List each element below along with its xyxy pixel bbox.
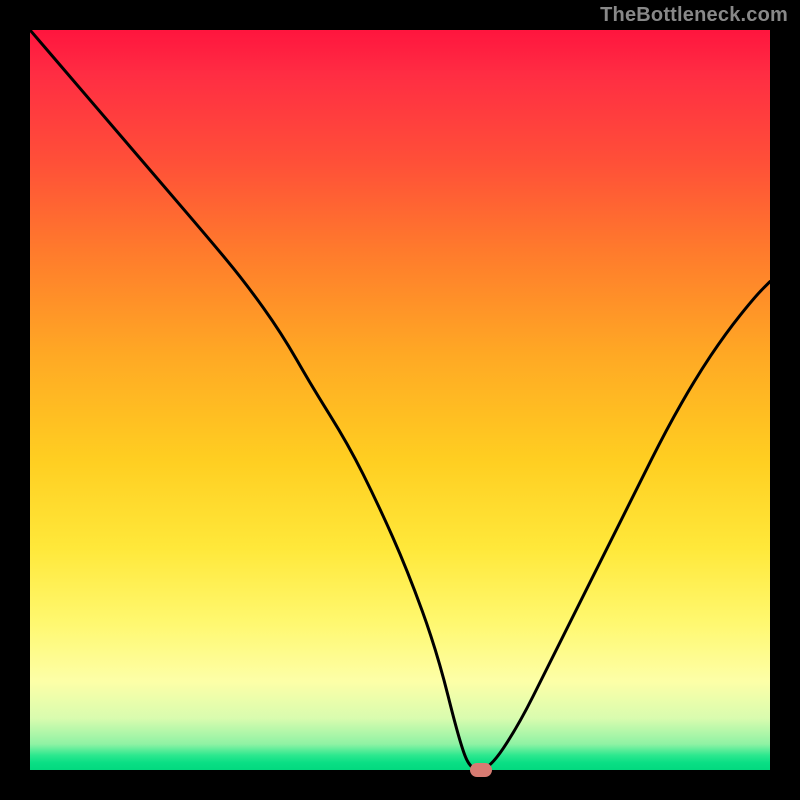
- watermark-text: TheBottleneck.com: [600, 4, 788, 27]
- bottleneck-curve: [30, 30, 770, 770]
- optimum-marker: [470, 763, 492, 777]
- plot-area: [30, 30, 770, 770]
- chart-container: TheBottleneck.com: [0, 0, 800, 800]
